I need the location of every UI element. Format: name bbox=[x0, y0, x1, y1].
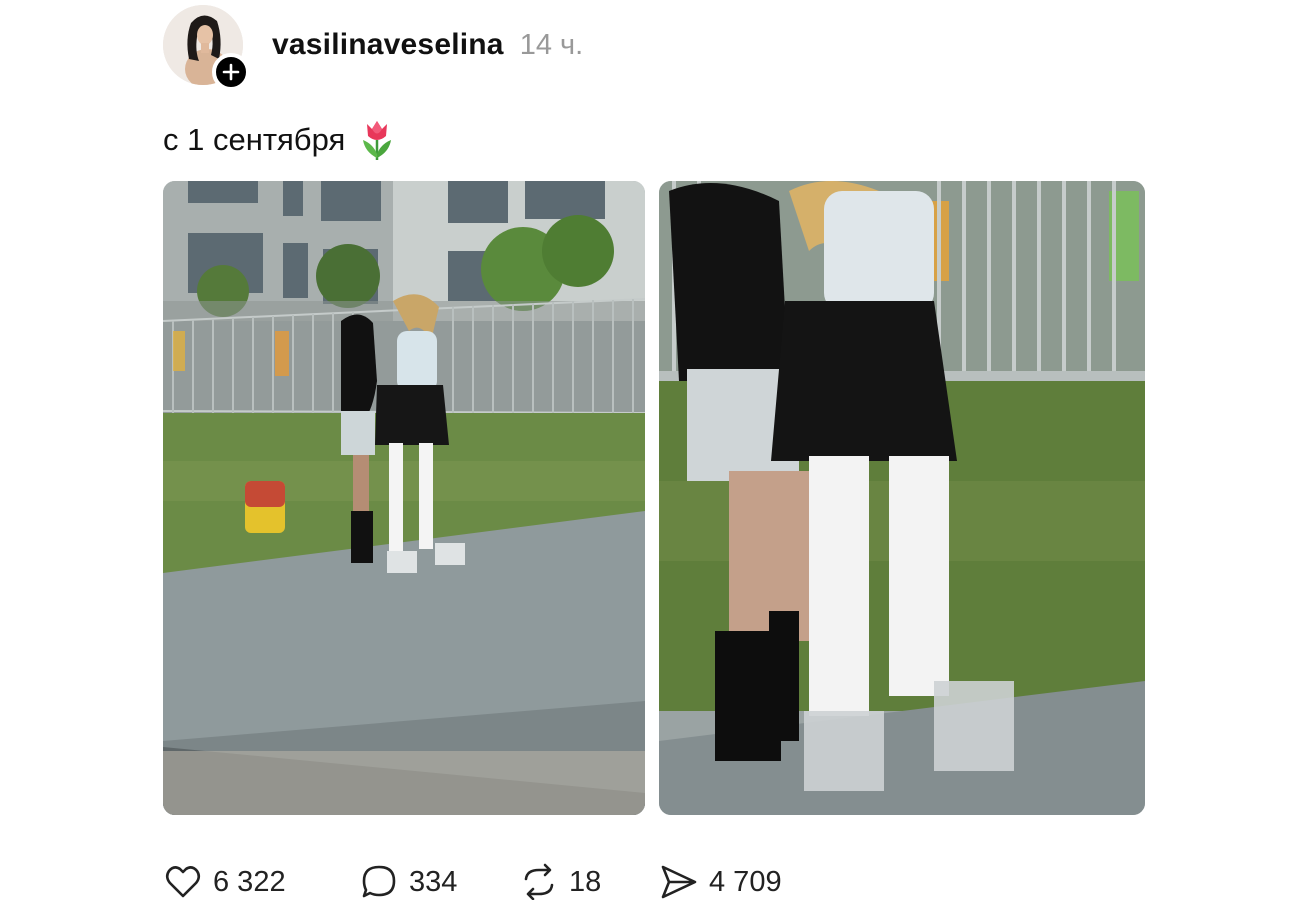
like-button[interactable]: 6 322 bbox=[163, 858, 286, 900]
repost-button[interactable]: 18 bbox=[519, 858, 601, 900]
tulip-icon bbox=[363, 121, 392, 160]
send-icon bbox=[661, 865, 697, 899]
like-count: 6 322 bbox=[213, 865, 286, 898]
comment-icon bbox=[362, 865, 396, 898]
post-photo-2[interactable] bbox=[659, 181, 1145, 815]
timestamp[interactable]: 14 ч. bbox=[520, 29, 583, 62]
username[interactable]: vasilinaveselina bbox=[272, 28, 504, 62]
caption-text: с 1 сентября bbox=[163, 122, 346, 157]
share-count: 4 709 bbox=[709, 865, 782, 898]
plus-icon bbox=[222, 63, 240, 81]
follow-button[interactable] bbox=[212, 53, 250, 91]
photo-two-girls-walking-schoolyard-wide bbox=[163, 181, 645, 815]
repost-count: 18 bbox=[569, 865, 602, 898]
post-photo-1[interactable] bbox=[163, 181, 645, 815]
post-card: vasilinaveselina 14 ч. с 1 сентября 6 32… bbox=[0, 0, 1300, 900]
share-button[interactable]: 4 709 bbox=[659, 858, 782, 900]
post-header: vasilinaveselina 14 ч. bbox=[272, 28, 583, 62]
comment-count: 334 bbox=[409, 865, 458, 898]
comment-button[interactable]: 334 bbox=[359, 858, 457, 900]
photo-two-girls-walking-closeup bbox=[659, 181, 1145, 815]
heart-icon bbox=[165, 866, 201, 898]
repost-icon bbox=[524, 863, 554, 900]
post-caption: с 1 сентября bbox=[163, 118, 395, 162]
